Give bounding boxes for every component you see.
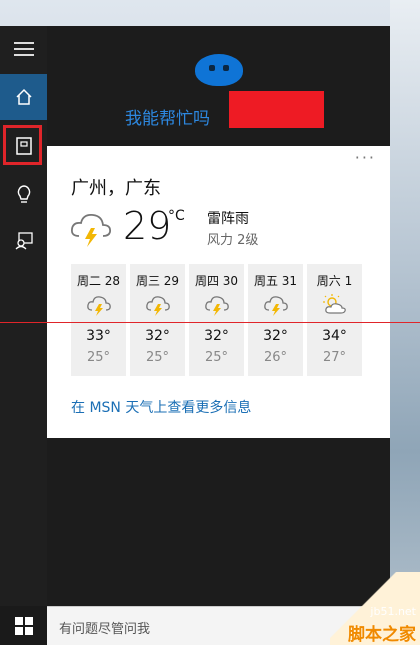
cortana-panel: 我能帮忙吗 ··· 广州，广东 29 °C 雷阵雨 风力 2级 周二 28 33… (47, 26, 390, 606)
forecast-low: 25° (204, 350, 229, 365)
cortana-avatar (195, 54, 243, 86)
weather-condition: 雷阵雨 (207, 211, 249, 227)
partly-sunny-icon (323, 294, 346, 314)
thunderstorm-icon (205, 296, 229, 316)
redaction-box (229, 91, 324, 128)
watermark-name: 脚本之家 (348, 625, 416, 645)
weather-card[interactable]: ··· 广州，广东 29 °C 雷阵雨 风力 2级 周二 28 33° 25° … (47, 146, 390, 438)
feedback-icon (15, 232, 33, 250)
forecast-day: 周二 28 33° 25° (71, 264, 126, 376)
forecast-day: 周五 31 32° 26° (248, 264, 303, 376)
forecast-day-label: 周五 31 (253, 274, 298, 288)
cortana-sidebar (0, 26, 47, 606)
more-options-button[interactable]: ··· (355, 148, 376, 167)
red-highlight-box (3, 125, 42, 165)
home-icon (15, 88, 32, 105)
forecast-day-label: 周二 28 (76, 274, 121, 288)
red-guide-line (0, 322, 420, 323)
forecast-low: 27° (322, 350, 347, 365)
home-button[interactable] (0, 74, 47, 120)
hamburger-menu-button[interactable] (0, 26, 47, 72)
current-temperature: 29 (123, 204, 172, 248)
forecast-day: 周三 29 32° 25° (130, 264, 185, 376)
forecast-day-label: 周六 1 (316, 274, 353, 288)
forecast-high: 34° (322, 328, 347, 344)
forecast-day-label: 周三 29 (135, 274, 180, 288)
notebook-button[interactable] (0, 123, 47, 169)
forecast-list: 周二 28 33° 25° 周三 29 32° 25° 周四 30 32° 25… (71, 264, 362, 376)
windows-logo-icon (14, 616, 33, 635)
thunderstorm-icon (264, 296, 288, 316)
forecast-low: 25° (145, 350, 170, 365)
avatar-eye (209, 65, 215, 71)
forecast-high: 33° (86, 328, 111, 344)
forecast-day: 周四 30 32° 25° (189, 264, 244, 376)
wind-level: 风力 2级 (207, 233, 259, 248)
feedback-button[interactable] (0, 218, 47, 264)
watermark-site: jb51.net (370, 605, 416, 618)
search-placeholder: 有问题尽管问我 (59, 622, 151, 637)
forecast-high: 32° (204, 328, 229, 344)
forecast-high: 32° (263, 328, 288, 344)
forecast-day: 周六 1 34° 27° (307, 264, 362, 376)
start-button[interactable] (0, 606, 47, 645)
watermark: jb51.net 脚本之家 (330, 572, 420, 645)
cortana-greeting: 我能帮忙吗 (125, 109, 210, 129)
thunderstorm-icon (146, 296, 170, 316)
thunderstorm-icon (87, 296, 111, 316)
lightbulb-icon (17, 185, 30, 203)
temperature-unit: °C (168, 208, 185, 224)
weather-location: 广州，广东 (71, 178, 161, 199)
forecast-low: 25° (86, 350, 111, 365)
thunderstorm-icon (70, 214, 112, 247)
reminders-button[interactable] (0, 171, 47, 217)
avatar-eye (223, 65, 229, 71)
msn-weather-link[interactable]: 在 MSN 天气上查看更多信息 (71, 397, 251, 417)
hamburger-icon (13, 42, 34, 56)
forecast-low: 26° (263, 350, 288, 365)
forecast-day-label: 周四 30 (194, 274, 239, 288)
forecast-high: 32° (145, 328, 170, 344)
